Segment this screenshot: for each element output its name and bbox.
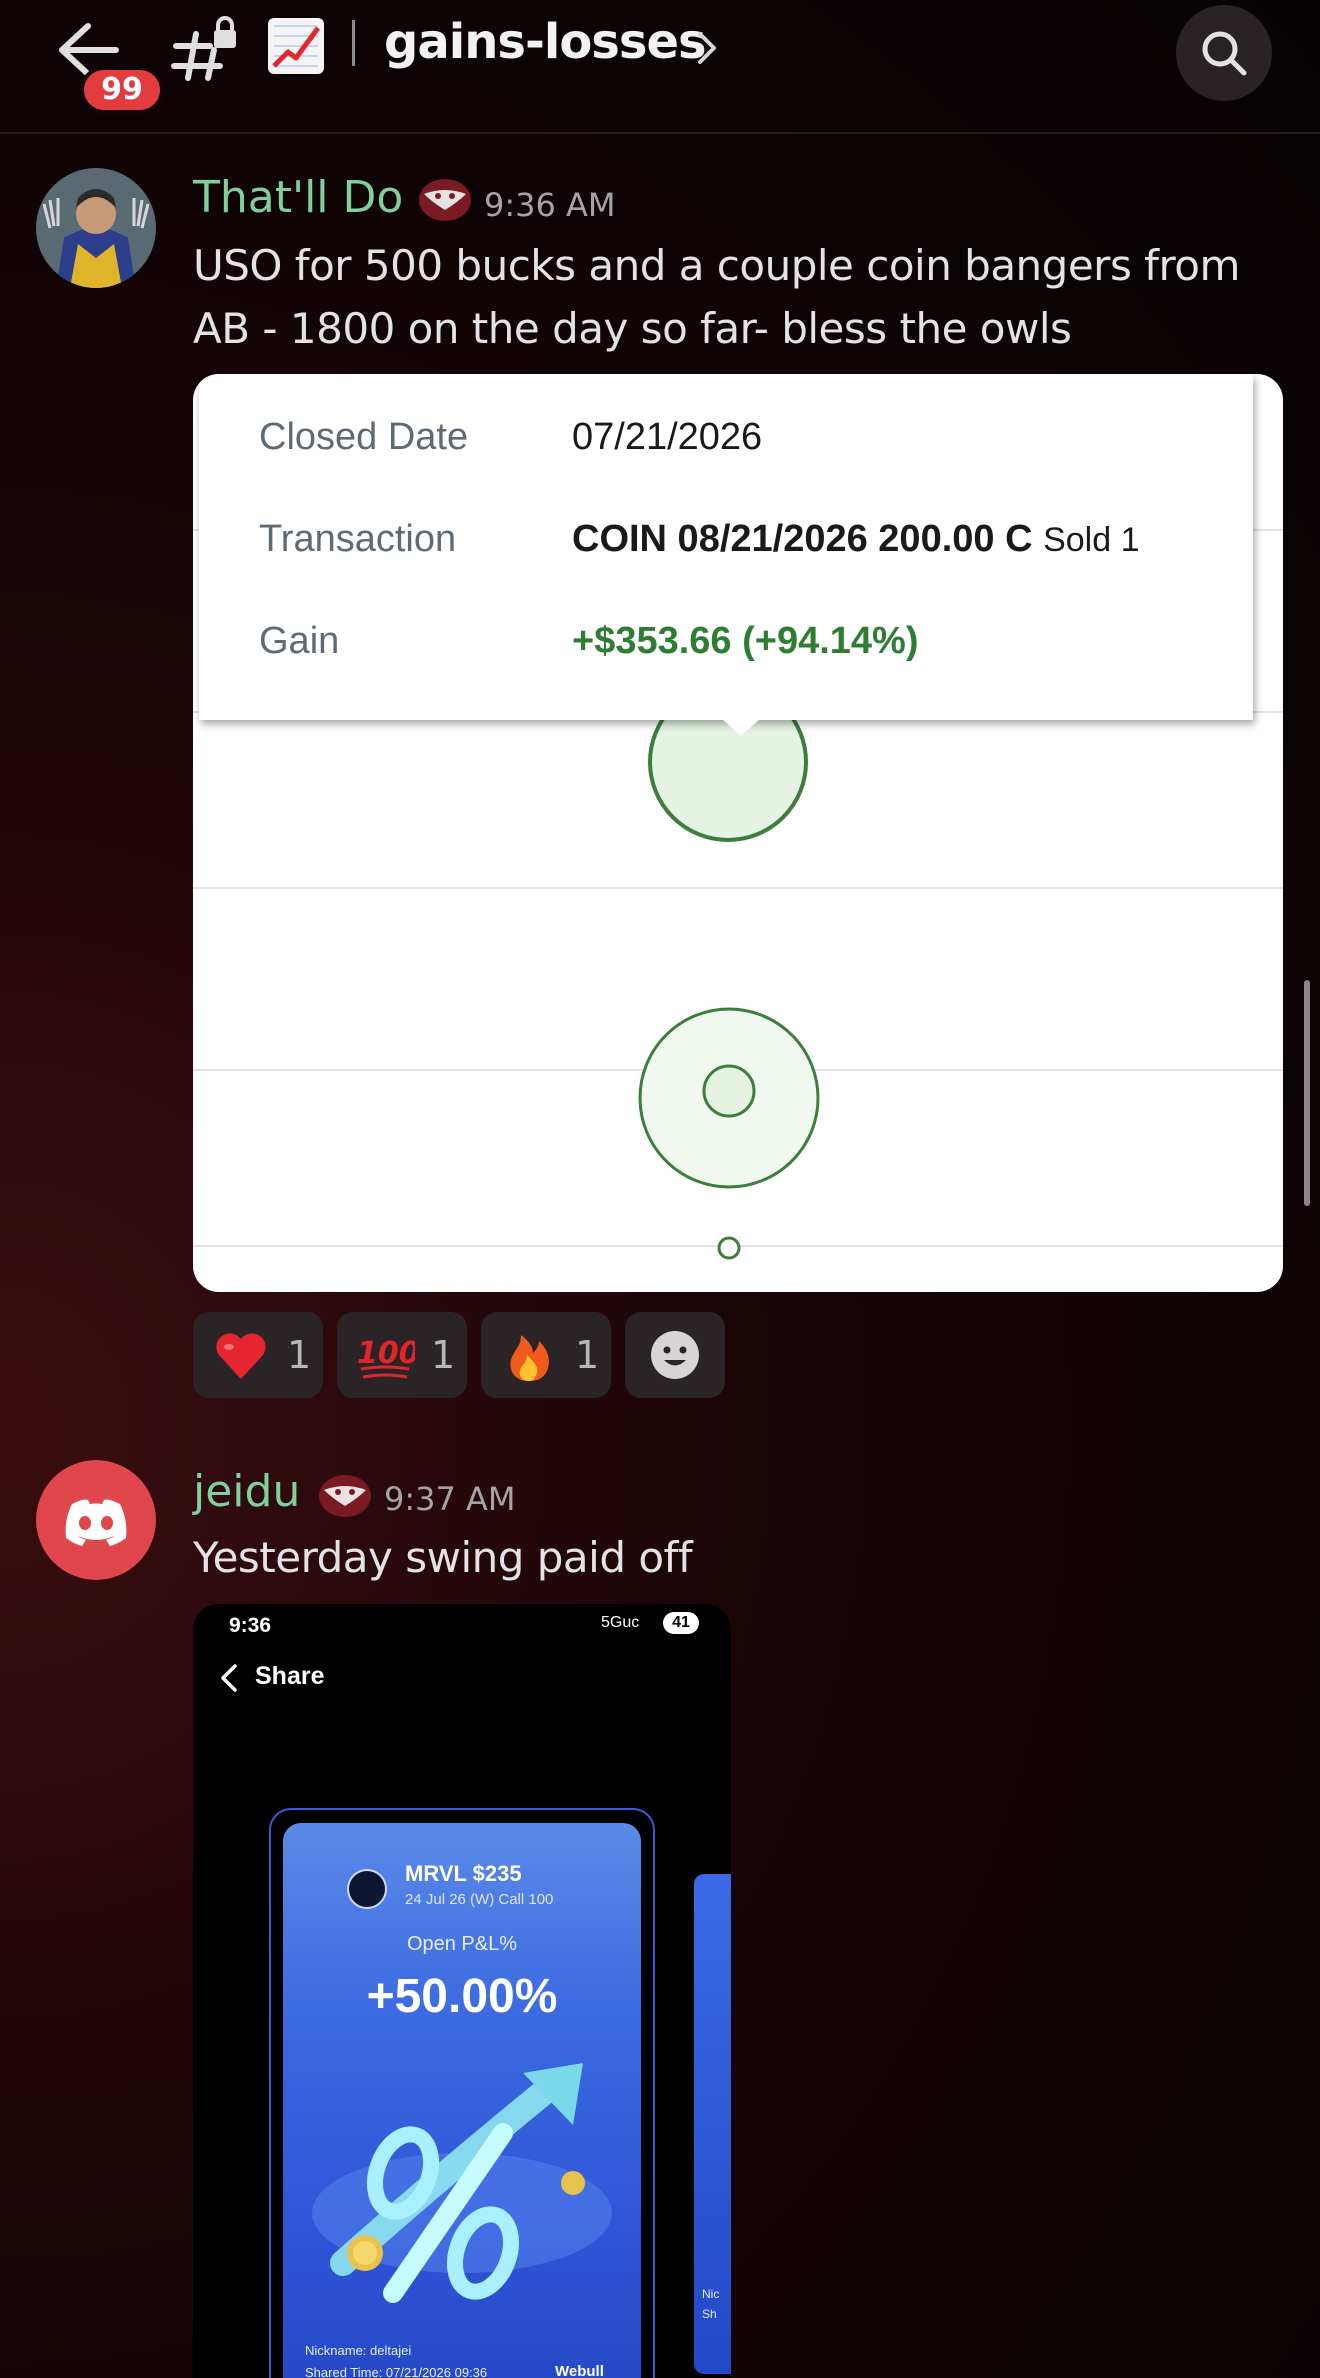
header-divider bbox=[352, 20, 355, 66]
status-bar-battery: 41 bbox=[663, 1612, 699, 1634]
search-icon bbox=[1202, 31, 1247, 76]
reaction-count: 1 bbox=[431, 1333, 456, 1377]
message-author[interactable]: jeidu bbox=[193, 1466, 300, 1517]
transaction-value: COIN 08/21/2026 200.00 C bbox=[572, 518, 1033, 560]
transaction-value-wrap: COIN 08/21/2026 200.00 C Sold 1 bbox=[572, 518, 1140, 561]
add-reaction-smiley-icon bbox=[651, 1331, 699, 1379]
reaction-count: 1 bbox=[287, 1333, 312, 1377]
phone-screenshot-attachment[interactable]: 9:36 5Guc 41 Share MRVL $235 24 Jul 26 (… bbox=[193, 1604, 731, 2378]
closed-date-value: 07/21/2026 bbox=[572, 416, 763, 458]
heart-emoji-icon bbox=[216, 1333, 266, 1379]
transaction-sold: Sold 1 bbox=[1043, 521, 1140, 559]
message-timestamp: 9:36 AM bbox=[484, 186, 616, 224]
message-timestamp: 9:37 AM bbox=[384, 1480, 516, 1518]
message-author[interactable]: That'll Do bbox=[193, 172, 403, 223]
channel-name[interactable]: gains-losses bbox=[384, 14, 707, 70]
tooltip-row-transaction: Transaction COIN 08/21/2026 200.00 C Sol… bbox=[259, 518, 1239, 568]
next-card-text: Nic Sh bbox=[702, 2287, 720, 2321]
add-reaction-button[interactable] bbox=[625, 1312, 725, 1398]
status-bar-time: 9:36 bbox=[229, 1614, 272, 1637]
trade-bubble bbox=[702, 1064, 756, 1118]
reaction-heart[interactable]: 1 bbox=[193, 1312, 323, 1398]
fire-emoji-icon bbox=[510, 1335, 549, 1381]
channel-header: 99 gains-losses bbox=[0, 0, 1320, 134]
hundred-emoji-icon: 100 bbox=[357, 1336, 415, 1379]
card-ticker: MRVL $235 bbox=[405, 1861, 522, 1886]
transaction-label: Transaction bbox=[259, 518, 457, 560]
card-pl-label: Open P&L% bbox=[406, 1933, 518, 1955]
scrollbar-thumb[interactable] bbox=[1304, 980, 1310, 1206]
chart-screenshot-attachment[interactable]: Closed Date 07/21/2026 Transaction COIN … bbox=[193, 374, 1283, 1292]
card-pl-value: +50.00% bbox=[366, 1970, 558, 2023]
tooltip-row-closed-date: Closed Date 07/21/2026 bbox=[259, 416, 1239, 466]
unread-badge: 99 bbox=[80, 66, 164, 114]
percent-arrow-illustration bbox=[312, 2063, 612, 2303]
chevron-right-icon[interactable] bbox=[692, 28, 722, 68]
locked-hash-icon[interactable] bbox=[170, 16, 240, 86]
trade-bubble bbox=[717, 1236, 741, 1260]
message-text-line: Yesterday swing paid off bbox=[193, 1533, 693, 1582]
owl-role-icon bbox=[319, 1475, 371, 1517]
reaction-hundred[interactable]: 100 1 bbox=[337, 1312, 467, 1398]
tooltip-row-gain: Gain +$353.66 (+94.14%) bbox=[259, 620, 1239, 670]
pnl-share-card: MRVL $235 24 Jul 26 (W) Call 100 Open P&… bbox=[283, 1823, 641, 2378]
message-text-line: USO for 500 bucks and a couple coin bang… bbox=[193, 241, 1240, 290]
avatar[interactable] bbox=[36, 168, 156, 288]
tooltip-pointer bbox=[721, 718, 761, 736]
share-title: Share bbox=[255, 1662, 325, 1690]
message-text-line: AB - 1800 on the day so far- bless the o… bbox=[193, 304, 1072, 353]
card-contract: 24 Jul 26 (W) Call 100 bbox=[405, 1891, 554, 1908]
gain-value: +$353.66 (+94.14%) bbox=[572, 620, 919, 662]
card-brand: Webull bbox=[555, 2363, 604, 2378]
card-nickname: Nickname: deltajei bbox=[305, 2343, 412, 2358]
ticker-logo-icon bbox=[347, 1869, 387, 1909]
owl-role-icon bbox=[419, 179, 471, 221]
status-bar-network: 5Guc bbox=[601, 1614, 640, 1631]
gain-label: Gain bbox=[259, 620, 340, 662]
reaction-count: 1 bbox=[575, 1333, 600, 1377]
closed-date-label: Closed Date bbox=[259, 416, 469, 458]
avatar[interactable] bbox=[36, 1460, 156, 1580]
discord-default-avatar-image bbox=[36, 1460, 156, 1580]
reaction-fire[interactable]: 1 bbox=[481, 1312, 611, 1398]
next-share-card: Nic Sh bbox=[694, 1874, 731, 2374]
card-shared-time: Shared Time: 07/21/2026 09:36 bbox=[305, 2365, 488, 2378]
wolverine-avatar-image bbox=[36, 168, 156, 288]
chart-increasing-emoji-icon bbox=[268, 18, 324, 74]
chevron-left-icon bbox=[221, 1664, 237, 1692]
trade-tooltip: Closed Date 07/21/2026 Transaction COIN … bbox=[199, 374, 1253, 736]
search-button[interactable] bbox=[1176, 5, 1272, 101]
